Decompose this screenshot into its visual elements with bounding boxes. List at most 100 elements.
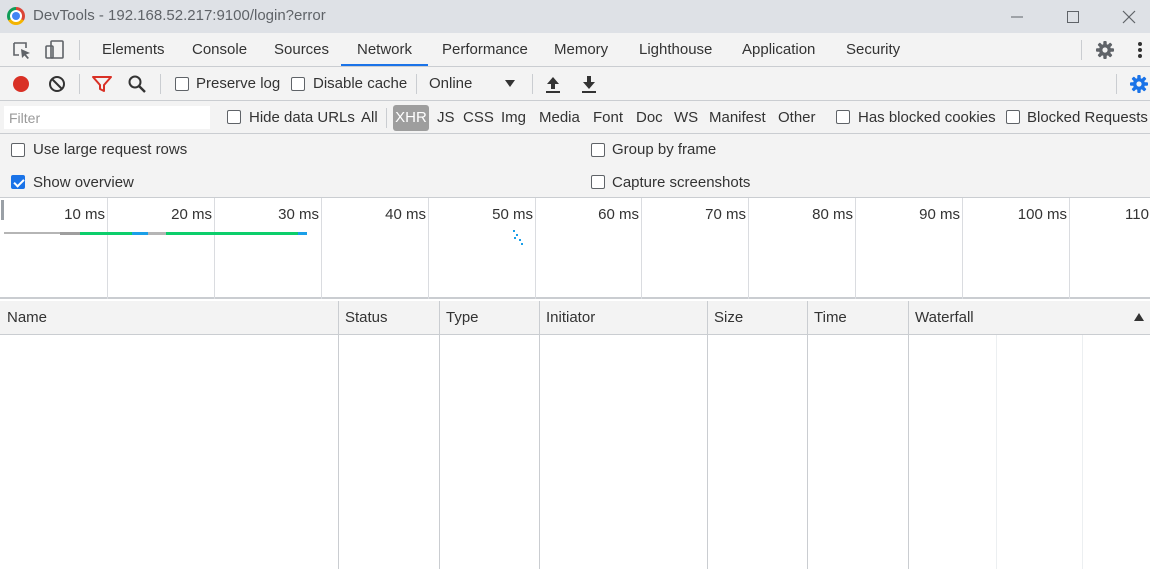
throttling-select[interactable]: Online xyxy=(428,67,524,101)
import-har-button[interactable] xyxy=(544,74,562,94)
column-divider[interactable] xyxy=(539,301,540,335)
filter-bar: Hide data URLs All XHR JS CSS Img Media … xyxy=(0,101,1150,134)
search-button[interactable] xyxy=(127,74,147,94)
record-button[interactable] xyxy=(11,74,31,94)
column-header-initiator[interactable]: Initiator xyxy=(539,301,707,335)
overview-left-handle[interactable] xyxy=(1,200,4,220)
toolbar-divider xyxy=(416,74,417,94)
column-divider[interactable] xyxy=(439,301,440,335)
column-header-name[interactable]: Name xyxy=(0,301,338,335)
overview-gridline xyxy=(535,198,536,299)
device-toggle-icon xyxy=(45,40,64,59)
show-overview-checkbox[interactable] xyxy=(11,175,25,189)
devtools-settings-button[interactable] xyxy=(1094,39,1116,61)
overview-gridline xyxy=(214,198,215,299)
devtools-tabbar: Elements Console Sources Network Perform… xyxy=(0,33,1150,67)
overview-request-bar xyxy=(132,232,148,235)
overview-tick-label: 40 ms xyxy=(385,206,426,223)
inspect-element-button[interactable] xyxy=(10,39,34,61)
filter-type-img[interactable]: Img xyxy=(501,101,526,134)
column-divider[interactable] xyxy=(908,301,909,335)
column-header-status[interactable]: Status xyxy=(338,301,439,335)
tab-console[interactable]: Console xyxy=(192,33,247,66)
column-header-size[interactable]: Size xyxy=(707,301,807,335)
capture-screenshots-checkbox[interactable] xyxy=(591,175,605,189)
filter-type-font[interactable]: Font xyxy=(593,101,623,134)
tab-network[interactable]: Network xyxy=(341,33,428,66)
overview-request-bar xyxy=(298,232,307,235)
overview-tick-label: 20 ms xyxy=(171,206,212,223)
overview-request-bar xyxy=(60,232,80,235)
disable-cache-label: Disable cache xyxy=(313,75,408,92)
column-divider[interactable] xyxy=(807,301,808,335)
chrome-logo-icon xyxy=(7,7,25,25)
network-overview[interactable]: 10 ms 20 ms 30 ms 40 ms 50 ms 60 ms 70 m… xyxy=(0,198,1150,299)
has-blocked-cookies-label: Has blocked cookies xyxy=(858,109,996,126)
overview-request-bar xyxy=(166,232,298,235)
overview-gridline xyxy=(321,198,322,299)
more-options-button[interactable] xyxy=(1130,39,1150,61)
tab-memory[interactable]: Memory xyxy=(554,33,608,66)
blocked-requests-checkbox[interactable] xyxy=(1006,110,1020,124)
export-har-button[interactable] xyxy=(580,74,598,94)
tab-security[interactable]: Security xyxy=(846,33,900,66)
overview-tick-label: 60 ms xyxy=(598,206,639,223)
filter-type-doc[interactable]: Doc xyxy=(636,101,663,134)
waterfall-area xyxy=(909,335,1150,569)
overview-request-bar xyxy=(4,232,60,234)
disable-cache-checkbox[interactable] xyxy=(291,77,305,91)
device-toolbar-button[interactable] xyxy=(43,39,67,61)
clear-button[interactable] xyxy=(47,74,67,94)
overview-tick-label: 80 ms xyxy=(812,206,853,223)
column-divider[interactable] xyxy=(338,301,339,335)
filter-type-manifest[interactable]: Manifest xyxy=(709,101,766,134)
requests-table-header: Name Status Type Initiator Size Time Wat… xyxy=(0,301,1150,335)
filter-type-css[interactable]: CSS xyxy=(463,101,494,134)
record-icon xyxy=(13,76,29,92)
tab-lighthouse[interactable]: Lighthouse xyxy=(639,33,712,66)
inspect-element-icon xyxy=(13,42,30,59)
column-divider xyxy=(707,335,708,569)
filter-toggle-button[interactable] xyxy=(91,74,113,94)
group-by-frame-checkbox[interactable] xyxy=(591,143,605,157)
tab-sources[interactable]: Sources xyxy=(274,33,329,66)
filter-type-other[interactable]: Other xyxy=(778,101,816,134)
column-divider xyxy=(439,335,440,569)
column-header-waterfall[interactable]: Waterfall xyxy=(908,301,1128,335)
column-header-type[interactable]: Type xyxy=(439,301,539,335)
filter-type-media[interactable]: Media xyxy=(539,101,580,134)
show-overview-label: Show overview xyxy=(33,174,134,191)
minimize-button[interactable] xyxy=(987,0,1047,33)
overview-tick-label: 90 ms xyxy=(919,206,960,223)
filter-input[interactable] xyxy=(4,106,210,129)
column-divider[interactable] xyxy=(707,301,708,335)
requests-table-body xyxy=(0,335,1150,569)
tab-application[interactable]: Application xyxy=(742,33,815,66)
filter-type-xhr[interactable]: XHR xyxy=(393,105,429,131)
has-blocked-cookies-checkbox[interactable] xyxy=(836,110,850,124)
hide-data-urls-checkbox[interactable] xyxy=(227,110,241,124)
overview-gridline xyxy=(428,198,429,299)
overview-tick-label: 100 ms xyxy=(1017,206,1067,223)
filter-type-js[interactable]: JS xyxy=(437,101,455,134)
preserve-log-checkbox[interactable] xyxy=(175,77,189,91)
tab-performance[interactable]: Performance xyxy=(442,33,528,66)
overview-tick-label: 110 xyxy=(1125,206,1149,223)
column-header-time[interactable]: Time xyxy=(807,301,908,335)
filter-type-all[interactable]: All xyxy=(361,101,378,134)
sort-ascending-icon[interactable] xyxy=(1133,312,1145,322)
column-divider xyxy=(338,335,339,569)
overview-tick-label: 30 ms xyxy=(278,206,319,223)
toolbar-divider xyxy=(160,74,161,94)
maximize-button[interactable] xyxy=(1043,0,1103,33)
column-divider xyxy=(807,335,808,569)
tab-elements[interactable]: Elements xyxy=(102,33,165,66)
filter-type-ws[interactable]: WS xyxy=(674,101,698,134)
overview-gridline xyxy=(107,198,108,299)
large-rows-checkbox[interactable] xyxy=(11,143,25,157)
overview-tick-label: 10 ms xyxy=(64,206,105,223)
close-window-button[interactable] xyxy=(1099,0,1150,33)
network-settings-button[interactable] xyxy=(1128,73,1150,95)
gear-icon xyxy=(1096,41,1114,59)
toolbar-divider xyxy=(79,40,80,60)
